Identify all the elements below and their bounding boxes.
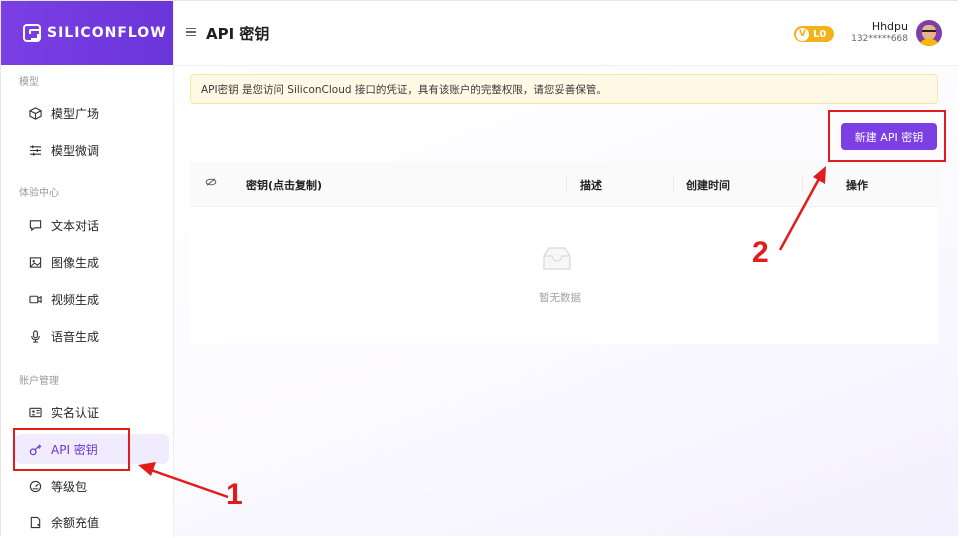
sidebar-item-label: 语音生成 (51, 329, 100, 344)
sidebar-item-label: 等级包 (51, 479, 88, 494)
cube-icon (27, 105, 43, 121)
annotation-box-api-keys (13, 428, 130, 471)
vip-icon: V (796, 27, 809, 41)
sidebar-item-label: 余额充值 (51, 515, 100, 530)
id-card-icon (27, 404, 43, 420)
sidebar-item-image-gen[interactable]: 图像生成 (15, 247, 169, 277)
top-header: API 密钥 V L0 Hhdpu 132*****668 (174, 1, 958, 66)
sidebar-item-label: 实名认证 (51, 405, 100, 420)
level-badge[interactable]: V L0 (794, 26, 834, 42)
chat-icon (27, 217, 43, 233)
empty-state-text: 暂无数据 (539, 292, 581, 304)
notice-text: API密钥 是您访问 SiliconCloud 接口的凭证，具有该账户的完整权限… (201, 83, 607, 96)
sidebar-item-label: 模型广场 (51, 106, 100, 121)
sidebar-item-label: 模型微调 (51, 143, 100, 158)
column-header-actions: 操作 (846, 179, 868, 192)
sidebar-item-model-plaza[interactable]: 模型广场 (15, 98, 169, 128)
sidebar-section-experience: 体验中心 (19, 188, 59, 199)
annotation-step-2: 2 (752, 236, 769, 269)
wallet-icon (27, 514, 43, 530)
eye-off-icon[interactable] (205, 178, 217, 186)
menu-toggle-icon[interactable] (186, 28, 196, 36)
sidebar-item-voice-gen[interactable]: 语音生成 (15, 321, 169, 351)
sidebar-item-label: 图像生成 (51, 255, 100, 270)
sidebar-item-level-pack[interactable]: 等级包 (15, 471, 169, 501)
sidebar-section-account: 账户管理 (19, 376, 59, 387)
logo-bar[interactable]: SILICONFLOW (1, 1, 173, 65)
user-name: Hhdpu (871, 20, 908, 33)
notice-banner: API密钥 是您访问 SiliconCloud 接口的凭证，具有该账户的完整权限… (190, 74, 938, 104)
avatar-body (919, 39, 939, 46)
microphone-icon (27, 328, 43, 344)
table-header: 密钥(点击复制) 描述 创建时间 操作 (190, 162, 938, 207)
video-icon (27, 291, 43, 307)
sidebar-item-real-name-auth[interactable]: 实名认证 (15, 397, 169, 427)
sidebar-item-balance-topup[interactable]: 余额充值 (15, 507, 169, 537)
column-divider (673, 176, 674, 192)
sidebar-item-model-finetune[interactable]: 模型微调 (15, 135, 169, 165)
sidebar-item-label: 视频生成 (51, 292, 100, 307)
column-header-created-time: 创建时间 (686, 179, 730, 192)
gauge-icon (27, 478, 43, 494)
column-divider (802, 176, 803, 192)
annotation-step-1: 1 (226, 478, 243, 511)
image-icon (27, 254, 43, 270)
user-phone: 132*****668 (851, 34, 908, 44)
sliders-icon (27, 142, 43, 158)
sidebar-item-label: 文本对话 (51, 218, 100, 233)
sidebar-item-text-chat[interactable]: 文本对话 (15, 210, 169, 240)
sidebar-section-models: 模型 (19, 77, 39, 88)
sidebar-item-video-gen[interactable]: 视频生成 (15, 284, 169, 314)
api-keys-table: 密钥(点击复制) 描述 创建时间 操作 暂无数据 (190, 162, 938, 344)
logo-text: SILICONFLOW (47, 25, 167, 41)
level-label: L0 (813, 28, 827, 40)
logo-icon (23, 24, 41, 42)
empty-inbox-icon (543, 247, 571, 270)
avatar[interactable] (916, 20, 942, 46)
avatar-glasses (922, 30, 936, 35)
column-header-description: 描述 (580, 179, 602, 192)
column-divider (566, 176, 567, 192)
page-title: API 密钥 (206, 25, 270, 43)
annotation-box-new-key-button (828, 110, 946, 162)
column-header-key: 密钥(点击复制) (246, 179, 323, 192)
